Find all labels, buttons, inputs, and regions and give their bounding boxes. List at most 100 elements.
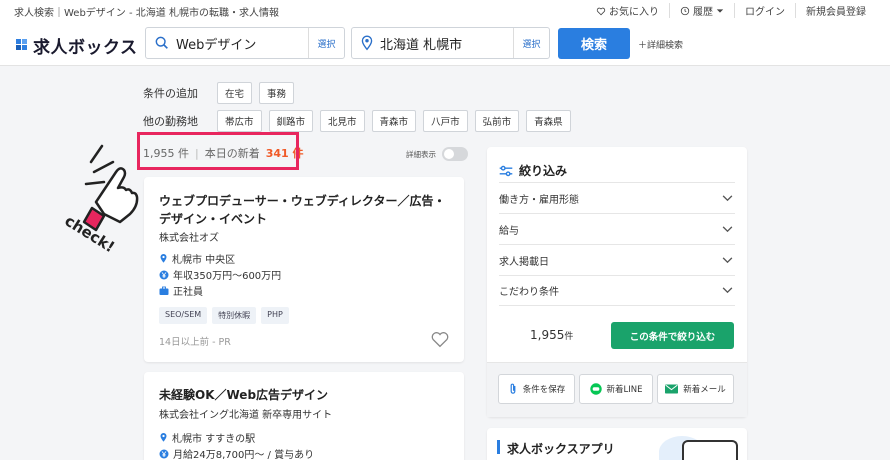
accordion-work-style[interactable]: 働き方・雇用形態 bbox=[499, 182, 735, 213]
sidebar-actions: 条件を保存 新着LINE 新着メール bbox=[487, 362, 747, 417]
mail-notify-button[interactable]: 新着メール bbox=[657, 374, 734, 404]
location-pin-icon bbox=[160, 433, 167, 442]
location-pin-icon bbox=[160, 254, 167, 263]
filter-title: 絞り込み bbox=[499, 162, 567, 179]
job-salary-text: 月給24万8,700円〜 / 賞与あり bbox=[173, 450, 315, 460]
job-location-text: 札幌市 中央区 bbox=[172, 255, 236, 266]
filter-count-unit: 件 bbox=[564, 332, 574, 342]
add-condition-label: 条件の追加 bbox=[143, 87, 198, 100]
mail-notify-label: 新着メール bbox=[683, 385, 726, 395]
chevron-down-icon bbox=[722, 287, 733, 294]
sliders-icon bbox=[499, 165, 513, 176]
logo-mark-icon bbox=[16, 38, 30, 53]
save-condition-button[interactable]: 条件を保存 bbox=[498, 374, 575, 404]
search-icon bbox=[154, 35, 170, 51]
page-tagline: 求人検索｜Webデザイン - 北海道 札幌市の転職・求人情報 bbox=[14, 8, 279, 19]
detail-toggle-label: 詳細表示 bbox=[406, 149, 436, 159]
keyword-search-box[interactable]: Webデザイン 選択 bbox=[145, 27, 345, 59]
detail-toggle[interactable]: 詳細表示 bbox=[406, 147, 468, 161]
mail-icon bbox=[665, 384, 679, 394]
line-icon bbox=[589, 383, 602, 395]
caret-down-icon bbox=[716, 8, 724, 13]
chip-area[interactable]: 青森市 bbox=[371, 110, 417, 132]
other-area-label: 他の勤務地 bbox=[143, 115, 198, 128]
accordion-preferences[interactable]: こだわり条件 bbox=[499, 275, 735, 306]
accordion-label: 求人掲載日 bbox=[499, 256, 549, 268]
posted-date: 14日以上前 - PR bbox=[159, 337, 231, 348]
advanced-search-link[interactable]: ＋詳細検索 bbox=[638, 38, 683, 51]
job-title-line: ウェブプロデューサー・ウェブディレクター／広告・ bbox=[159, 194, 446, 208]
accordion-salary[interactable]: 給与 bbox=[499, 213, 735, 244]
job-employment: 正社員 bbox=[159, 283, 203, 298]
logo-text: 求人ボックス bbox=[33, 38, 138, 58]
history-label: 履歴 bbox=[693, 7, 713, 18]
job-card[interactable]: 未経験OK／Web広告デザイン 株式会社イング北海道 新卒専用サイト 札幌市 す… bbox=[144, 372, 464, 460]
job-salary: 年収350万円〜600万円 bbox=[159, 267, 281, 282]
favorites-link[interactable]: お気に入り bbox=[586, 3, 669, 18]
chip-office[interactable]: 事務 bbox=[259, 82, 295, 104]
job-title-line: デザイン・イベント bbox=[159, 212, 268, 226]
accordion-label: 給与 bbox=[499, 225, 519, 237]
chip-area[interactable]: 北見市 bbox=[320, 110, 365, 132]
register-link[interactable]: 新規会員登録 bbox=[795, 3, 876, 18]
top-links: お気に入り 履歴 ログイン 新規会員登録 bbox=[586, 3, 876, 18]
yen-icon bbox=[159, 449, 169, 458]
site-logo[interactable]: 求人ボックス bbox=[16, 33, 138, 58]
job-tag: PHP bbox=[261, 307, 289, 324]
location-input[interactable]: 北海道 札幌市 bbox=[380, 34, 513, 53]
highlight-frame bbox=[137, 132, 299, 170]
chip-area[interactable]: 釧路市 bbox=[268, 110, 314, 132]
save-condition-label: 条件を保存 bbox=[522, 385, 566, 395]
accordion-posted-date[interactable]: 求人掲載日 bbox=[499, 244, 735, 275]
accordion-label: 働き方・雇用形態 bbox=[499, 194, 579, 206]
briefcase-icon bbox=[159, 286, 169, 295]
location-search-box[interactable]: 北海道 札幌市 選択 bbox=[351, 27, 550, 59]
job-location-text: 札幌市 すすきの駅 bbox=[172, 434, 256, 445]
job-tag: 特別休暇 bbox=[212, 307, 257, 324]
history-link[interactable]: 履歴 bbox=[669, 3, 734, 18]
favorites-label: お気に入り bbox=[609, 7, 659, 18]
top-utility-bar: 求人検索｜Webデザイン - 北海道 札幌市の転職・求人情報 お気に入り 履歴 … bbox=[0, 0, 890, 20]
clock-icon bbox=[680, 6, 690, 15]
job-employment-text: 正社員 bbox=[173, 287, 203, 298]
other-area-row: 他の勤務地 帯広市 釧路市 北見市 青森市 八戸市 弘前市 青森県 bbox=[143, 110, 578, 132]
filter-result-count: 1,955件 bbox=[530, 328, 573, 342]
app-promo-box[interactable]: 求人ボックスアプリ bbox=[487, 428, 747, 460]
job-location: 札幌市 中央区 bbox=[159, 251, 235, 266]
job-card[interactable]: ウェブプロデューサー・ウェブディレクター／広告・ デザイン・イベント 株式会社オ… bbox=[144, 177, 464, 362]
job-location: 札幌市 すすきの駅 bbox=[159, 430, 255, 445]
register-label: 新規会員登録 bbox=[806, 7, 866, 18]
add-condition-row: 条件の追加 在宅 事務 bbox=[143, 82, 301, 104]
chip-area[interactable]: 帯広市 bbox=[217, 110, 262, 132]
keyword-select-button[interactable]: 選択 bbox=[308, 28, 344, 58]
accordion-label: こだわり条件 bbox=[499, 287, 559, 298]
job-salary: 月給24万8,700円〜 / 賞与あり bbox=[159, 446, 314, 460]
job-title[interactable]: 未経験OK／Web広告デザイン bbox=[159, 386, 328, 404]
line-notify-button[interactable]: 新着LINE bbox=[579, 374, 653, 404]
job-title[interactable]: ウェブプロデューサー・ウェブディレクター／広告・ デザイン・イベント bbox=[159, 192, 445, 228]
chevron-down-icon bbox=[722, 256, 733, 263]
job-tags: SEO/SEM 特別休暇 PHP bbox=[159, 307, 289, 324]
filter-count-number: 1,955 bbox=[530, 328, 565, 342]
chip-area[interactable]: 八戸市 bbox=[423, 110, 468, 132]
chip-area[interactable]: 青森県 bbox=[526, 110, 571, 132]
heart-icon bbox=[596, 7, 606, 15]
job-salary-text: 年収350万円〜600万円 bbox=[173, 271, 282, 282]
favorite-heart-icon[interactable] bbox=[430, 330, 450, 348]
company-name: 株式会社オズ bbox=[159, 233, 219, 244]
search-button[interactable]: 検索 bbox=[558, 28, 630, 59]
paperclip-icon bbox=[510, 383, 516, 394]
chevron-down-icon bbox=[722, 225, 733, 232]
toggle-switch[interactable] bbox=[442, 147, 468, 161]
apply-filter-button[interactable]: この条件で絞り込む bbox=[611, 322, 734, 349]
phone-graphic bbox=[682, 440, 738, 460]
app-promo-title: 求人ボックスアプリ bbox=[507, 442, 615, 456]
company-name: 株式会社イング北海道 新卒専用サイト bbox=[159, 410, 333, 421]
keyword-input[interactable]: Webデザイン bbox=[176, 34, 308, 53]
yen-icon bbox=[159, 270, 169, 279]
chip-remote[interactable]: 在宅 bbox=[217, 82, 253, 104]
chip-area[interactable]: 弘前市 bbox=[474, 110, 520, 132]
location-select-button[interactable]: 選択 bbox=[513, 28, 549, 58]
login-link[interactable]: ログイン bbox=[734, 3, 795, 18]
site-header: 求人ボックス Webデザイン 選択 北海道 札幌市 選択 検索 ＋詳細検索 bbox=[0, 20, 890, 66]
